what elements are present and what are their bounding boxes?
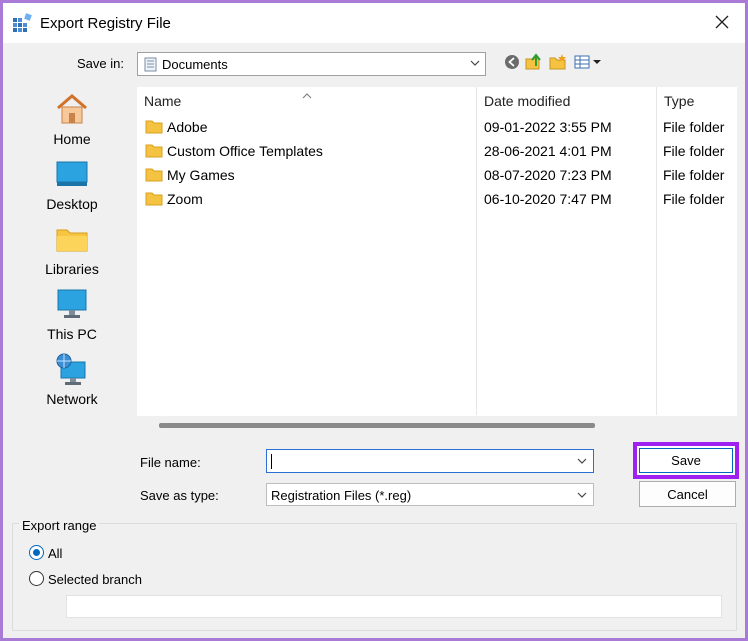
table-row[interactable]: Custom Office Templates 28-06-2021 4:01 … <box>137 139 737 163</box>
network-icon <box>54 351 90 387</box>
radio-all[interactable] <box>29 545 44 560</box>
file-name: My Games <box>167 167 235 183</box>
save-button[interactable]: Save <box>633 442 739 479</box>
file-list[interactable]: Name Date modified Type Adobe 09-01-2022… <box>137 87 737 434</box>
close-icon <box>715 15 729 34</box>
window-title: Export Registry File <box>40 15 171 32</box>
column-header-type[interactable]: Type <box>664 93 694 109</box>
place-home[interactable]: Home <box>12 91 132 147</box>
folder-icon <box>145 192 163 211</box>
documents-folder-icon <box>144 57 158 77</box>
scrollbar-thumb[interactable] <box>159 423 595 428</box>
place-desktop[interactable]: Desktop <box>12 156 132 212</box>
place-label: Desktop <box>46 196 98 212</box>
file-date: 09-01-2022 3:55 PM <box>484 119 612 135</box>
file-date: 06-10-2020 7:47 PM <box>484 191 612 207</box>
place-label: Network <box>46 391 98 407</box>
up-folder-icon <box>525 52 543 76</box>
folder-icon <box>145 120 163 139</box>
file-name-label: File name: <box>140 455 201 470</box>
place-this-pc[interactable]: This PC <box>12 286 132 342</box>
save-in-label: Save in: <box>77 56 124 71</box>
save-in-dropdown[interactable]: Documents <box>137 52 486 76</box>
file-type: File folder <box>663 191 725 207</box>
table-row[interactable]: Adobe 09-01-2022 3:55 PM File folder <box>137 115 737 139</box>
dialog-window: Export Registry File Save in: Documents <box>0 0 748 641</box>
cancel-button[interactable]: Cancel <box>639 481 736 507</box>
folder-icon <box>145 168 163 187</box>
desktop-icon <box>54 156 90 192</box>
file-type: File folder <box>663 167 725 183</box>
folder-icon <box>145 144 163 163</box>
view-menu-icon <box>574 54 602 75</box>
text-caret <box>271 454 272 469</box>
table-row[interactable]: Zoom 06-10-2020 7:47 PM File folder <box>137 187 737 211</box>
save-in-value: Documents <box>162 57 228 72</box>
place-network[interactable]: Network <box>12 351 132 407</box>
chevron-down-icon <box>576 488 588 507</box>
places-bar: Home Desktop Libraries This PC Network <box>12 87 132 417</box>
column-header-name[interactable]: Name <box>144 93 181 109</box>
file-name: Zoom <box>167 191 203 207</box>
radio-all-label[interactable]: All <box>48 546 62 561</box>
this-pc-icon <box>54 286 90 322</box>
file-type: File folder <box>663 143 725 159</box>
column-header-date[interactable]: Date modified <box>484 93 570 109</box>
registry-icon <box>12 13 34 35</box>
place-libraries[interactable]: Libraries <box>12 221 132 277</box>
horizontal-scrollbar[interactable] <box>137 416 737 434</box>
libraries-icon <box>54 221 90 257</box>
file-type: File folder <box>663 119 725 135</box>
sort-ascending-icon <box>301 87 313 105</box>
file-date: 28-06-2021 4:01 PM <box>484 143 612 159</box>
home-icon <box>54 91 90 127</box>
back-icon <box>504 54 520 75</box>
radio-selected-branch[interactable] <box>29 571 44 586</box>
back-button[interactable] <box>502 54 522 74</box>
new-folder-button[interactable] <box>548 53 568 76</box>
selected-branch-field[interactable] <box>66 595 722 618</box>
title-bar: Export Registry File <box>3 3 745 43</box>
save-type-dropdown[interactable]: Registration Files (*.reg) <box>266 483 594 506</box>
save-button-label: Save <box>639 448 733 473</box>
up-folder-button[interactable] <box>524 52 544 76</box>
view-menu-button[interactable] <box>573 54 603 74</box>
new-folder-icon <box>549 53 567 76</box>
file-date: 08-07-2020 7:23 PM <box>484 167 612 183</box>
export-range-legend: Export range <box>19 518 100 533</box>
save-type-value: Registration Files (*.reg) <box>271 488 412 503</box>
radio-selected-branch-label[interactable]: Selected branch <box>48 572 142 587</box>
file-name: Adobe <box>167 119 208 135</box>
file-name-field[interactable] <box>266 449 594 473</box>
place-label: Libraries <box>45 261 99 277</box>
place-label: This PC <box>47 326 97 342</box>
save-type-label: Save as type: <box>140 488 219 503</box>
close-button[interactable] <box>707 9 737 39</box>
chevron-down-icon <box>469 56 481 75</box>
place-label: Home <box>53 131 91 147</box>
chevron-down-icon[interactable] <box>576 454 588 473</box>
file-name: Custom Office Templates <box>167 143 323 159</box>
table-row[interactable]: My Games 08-07-2020 7:23 PM File folder <box>137 163 737 187</box>
